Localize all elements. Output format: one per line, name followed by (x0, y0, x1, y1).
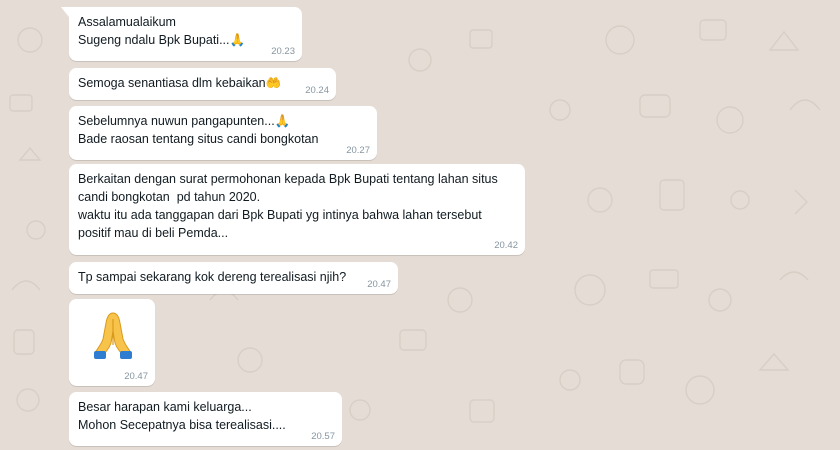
message-time: 20.27 (346, 145, 370, 156)
message-bubble[interactable]: Tp sampai sekarang kok dereng terealisas… (69, 262, 398, 294)
message-list: Assalamualaikum Sugeng ndalu Bpk Bupati.… (61, 0, 840, 450)
message-text: Assalamualaikum Sugeng ndalu Bpk Bupati.… (78, 15, 246, 47)
message-text: Semoga senantiasa dlm kebaikan🤲 (78, 76, 282, 90)
bubble-tail (61, 7, 69, 17)
emoji-message-bubble[interactable]: 20.47 (69, 299, 155, 386)
folded-hands-emoji (94, 312, 132, 359)
message-text: Sebelumnya nuwun pangapunten...🙏 Bade ra… (78, 114, 319, 146)
message-bubble[interactable]: Besar harapan kami keluarga... Mohon Sec… (69, 392, 342, 446)
message-bubble[interactable]: Berkaitan dengan surat permohonan kepada… (69, 164, 525, 255)
message-bubble[interactable]: Sebelumnya nuwun pangapunten...🙏 Bade ra… (69, 106, 377, 160)
message-time: 20.57 (311, 431, 335, 442)
message-text: Berkaitan dengan surat permohonan kepada… (78, 172, 498, 240)
message-time: 20.24 (305, 85, 329, 96)
message-bubble[interactable]: Semoga senantiasa dlm kebaikan🤲 20.24 (69, 68, 336, 100)
message-time: 20.47 (124, 371, 148, 382)
message-text: Tp sampai sekarang kok dereng terealisas… (78, 270, 347, 284)
message-time: 20.42 (494, 240, 518, 251)
message-time: 20.47 (367, 279, 391, 290)
message-text: Besar harapan kami keluarga... Mohon Sec… (78, 400, 286, 432)
message-time: 20.23 (271, 46, 295, 57)
message-bubble[interactable]: Assalamualaikum Sugeng ndalu Bpk Bupati.… (61, 7, 302, 61)
